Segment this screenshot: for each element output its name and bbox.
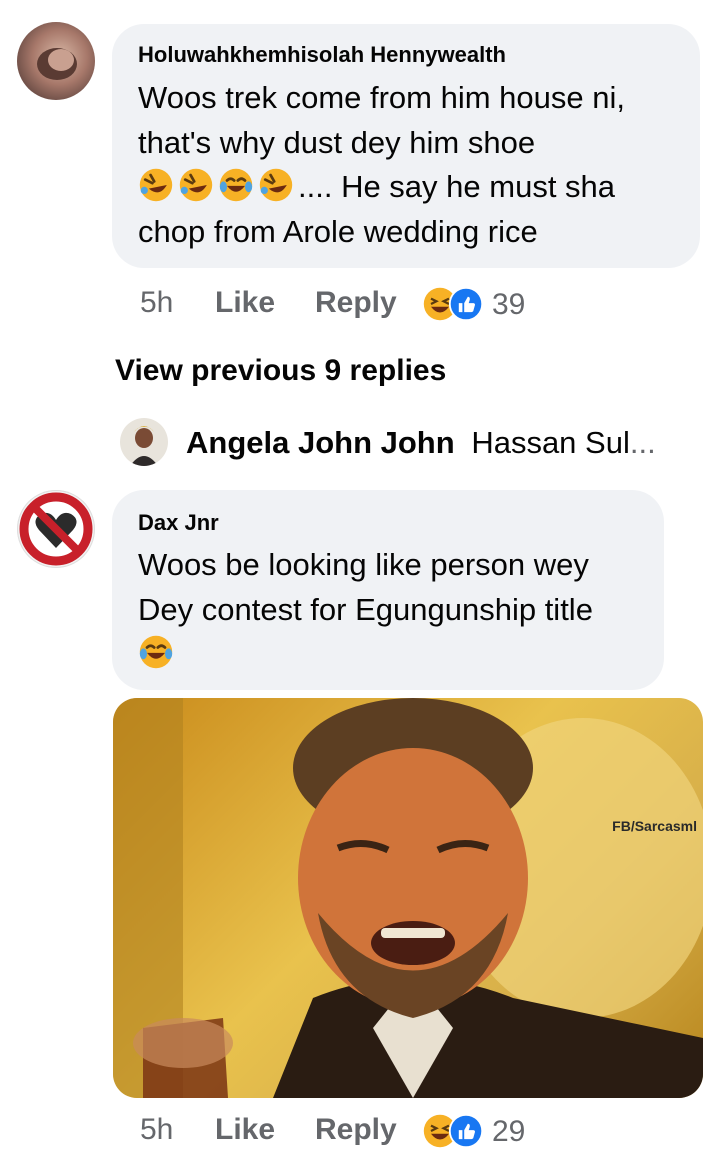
reply-preview[interactable]: Angela John John Hassan Sul... — [186, 425, 656, 461]
comment-text-fragment: .... He say he must sha — [298, 169, 616, 204]
comment-emoji-line — [138, 634, 178, 670]
reactions-summary[interactable]: 29 — [422, 1113, 525, 1153]
comment-text-line: that's why dust dey him shoe — [138, 125, 536, 160]
comment-author[interactable]: Dax Jnr — [138, 510, 219, 536]
reply-author: Angela John John — [186, 425, 455, 460]
no-heart-icon — [19, 492, 93, 566]
comment-text-line: Woos be looking like person wey — [138, 547, 589, 582]
tears-of-joy-emoji-icon — [219, 168, 253, 202]
profile-photo-icon — [130, 426, 158, 466]
comment-image[interactable]: FB/Sarcasml — [113, 698, 703, 1098]
reply-link-label: Reply — [315, 1113, 397, 1146]
rolling-laughing-emoji-icon — [139, 168, 173, 202]
rolling-laughing-emoji-icon — [259, 168, 293, 202]
reactions-summary[interactable]: 39 — [422, 286, 525, 326]
like-reaction-icon — [448, 286, 484, 322]
comment-author[interactable]: Holuwahkhemhisolah Hennywealth — [138, 42, 506, 68]
reaction-count: 29 — [492, 1115, 526, 1148]
comment-timestamp[interactable]: 5h — [140, 286, 173, 320]
like-link[interactable]: Like — [215, 1113, 275, 1147]
comment-text-line: chop from Arole wedding rice — [138, 214, 538, 249]
image-watermark: FB/Sarcasml — [612, 818, 697, 834]
like-link-label: Like — [215, 1113, 276, 1146]
like-reaction-icon — [448, 1113, 484, 1149]
reply-ellipsis: ... — [629, 425, 656, 460]
commenter-avatar[interactable] — [17, 490, 95, 568]
comment-text-line: Woos trek come from him house ni, — [138, 80, 625, 115]
laughing-man-photo — [113, 698, 703, 1098]
comment-text-line: .... He say he must sha — [138, 164, 615, 209]
reply-link[interactable]: Reply — [315, 1113, 397, 1147]
commenter-avatar[interactable] — [17, 22, 95, 100]
like-link[interactable]: Like — [215, 286, 275, 320]
view-previous-replies-link[interactable]: View previous 9 replies — [115, 354, 446, 388]
comment-timestamp[interactable]: 5h — [140, 1113, 173, 1147]
reply-link[interactable]: Reply — [315, 286, 397, 320]
reply-preview-text: Hassan Sul — [471, 425, 630, 460]
reaction-count: 39 — [492, 288, 526, 321]
rolling-laughing-emoji-icon — [179, 168, 213, 202]
tears-of-joy-emoji-icon — [139, 635, 173, 669]
like-link-label: Like — [215, 286, 276, 319]
comment-text-line: Dey contest for Egungunship title — [138, 592, 593, 627]
reply-avatar[interactable] — [120, 418, 168, 466]
reply-link-label: Reply — [315, 286, 397, 319]
profile-photo-icon — [37, 48, 77, 80]
